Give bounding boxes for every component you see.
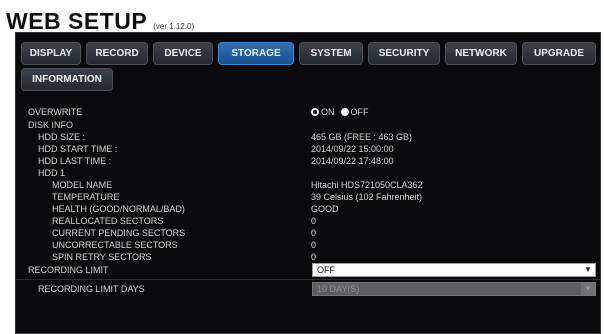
- page-title: WEB SETUP: [6, 8, 148, 34]
- recording-limit-days-select: 10 DAY(S) ▼: [312, 282, 596, 296]
- tab-bar: DISPLAY RECORD DEVICE STORAGE SYSTEM SEC…: [16, 33, 600, 97]
- tab-information[interactable]: INFORMATION: [21, 68, 113, 91]
- tab-display[interactable]: DISPLAY: [21, 42, 81, 65]
- recording-limit-value: OFF: [317, 265, 335, 275]
- temperature-row: TEMPERATURE 39 Celsius (102 Fahrenheit): [16, 191, 600, 203]
- overwrite-row: OVERWRITE ON OFF: [16, 106, 600, 118]
- setup-panel: DISPLAY RECORD DEVICE STORAGE SYSTEM SEC…: [15, 32, 601, 334]
- hdd-start-time-row: HDD START TIME : 2014/09/22 15:00:00: [16, 143, 600, 155]
- current-pending-sectors-value: 0: [311, 228, 317, 238]
- temperature-value: 39 Celsius (102 Fahrenheit): [311, 192, 423, 202]
- hdd-start-time-value: 2014/09/22 15:00:00: [311, 144, 394, 154]
- current-pending-sectors-row: CURRENT PENDING SECTORS 0: [16, 227, 600, 239]
- model-name-label: MODEL NAME: [52, 180, 113, 190]
- tab-upgrade[interactable]: UPGRADE: [522, 42, 596, 65]
- recording-limit-days-value: 10 DAY(S): [317, 284, 360, 294]
- tab-system[interactable]: SYSTEM: [299, 42, 363, 65]
- overwrite-off-option[interactable]: OFF: [340, 106, 369, 118]
- page-header: WEB SETUP (ver 1.12.0): [6, 4, 194, 34]
- recording-limit-days-label: RECORDING LIMIT DAYS: [38, 284, 145, 294]
- radio-on-icon[interactable]: [311, 108, 319, 116]
- uncorrectable-sectors-label: UNCORRECTABLE SECTORS: [52, 240, 178, 250]
- tab-network[interactable]: NETWORK: [445, 42, 517, 65]
- overwrite-radio-group: ON OFF: [311, 106, 375, 118]
- model-name-value: Hitachi HDS721050CLA362: [311, 180, 423, 190]
- model-name-row: MODEL NAME Hitachi HDS721050CLA362: [16, 179, 600, 191]
- chevron-down-icon: ▼: [581, 283, 595, 295]
- hdd-start-time-label: HDD START TIME :: [38, 144, 118, 154]
- hdd-size-label: HDD SIZE :: [38, 132, 86, 142]
- temperature-label: TEMPERATURE: [52, 192, 120, 202]
- reallocated-sectors-label: REALLOCATED SECTORS: [52, 216, 164, 226]
- current-pending-sectors-label: CURRENT PENDING SECTORS: [52, 228, 186, 238]
- hdd-last-time-label: HDD LAST TIME :: [38, 156, 112, 166]
- disk-info-label: DISK INFO: [28, 120, 74, 130]
- spin-retry-sectors-value: 0: [311, 252, 317, 262]
- disk-info-row: DISK INFO: [16, 119, 600, 131]
- overwrite-on-option[interactable]: ON: [311, 106, 335, 118]
- hdd1-row: HDD 1: [16, 167, 600, 179]
- recording-limit-select[interactable]: OFF ▼: [312, 263, 596, 277]
- divider: [16, 279, 600, 280]
- health-row: HEALTH (GOOD/NORMAL/BAD) GOOD: [16, 203, 600, 215]
- overwrite-label: OVERWRITE: [28, 107, 83, 117]
- health-value: GOOD: [311, 204, 339, 214]
- spin-retry-sectors-label: SPIN RETRY SECTORS: [52, 252, 152, 262]
- hdd-size-value: 465 GB (FREE : 463 GB): [311, 132, 413, 142]
- spin-retry-sectors-row: SPIN RETRY SECTORS 0: [16, 251, 600, 263]
- radio-off-icon[interactable]: [340, 108, 349, 116]
- reallocated-sectors-value: 0: [311, 216, 317, 226]
- overwrite-off-label: OFF: [350, 107, 369, 117]
- health-label: HEALTH (GOOD/NORMAL/BAD): [52, 204, 185, 214]
- version-label: (ver 1.12.0): [153, 22, 195, 31]
- overwrite-on-label: ON: [321, 107, 335, 117]
- hdd-last-time-value: 2014/09/22 17:48:00: [311, 156, 394, 166]
- uncorrectable-sectors-row: UNCORRECTABLE SECTORS 0: [16, 239, 600, 251]
- tab-device[interactable]: DEVICE: [153, 42, 213, 65]
- hdd-last-time-row: HDD LAST TIME : 2014/09/22 17:48:00: [16, 155, 600, 167]
- chevron-down-icon[interactable]: ▼: [581, 264, 595, 276]
- tab-storage[interactable]: STORAGE: [218, 42, 294, 65]
- hdd1-label: HDD 1: [38, 168, 66, 178]
- tab-record[interactable]: RECORD: [86, 42, 148, 65]
- uncorrectable-sectors-value: 0: [311, 240, 317, 250]
- hdd-size-row: HDD SIZE : 465 GB (FREE : 463 GB): [16, 131, 600, 143]
- tab-security[interactable]: SECURITY: [368, 42, 440, 65]
- recording-limit-label: RECORDING LIMIT: [28, 265, 109, 275]
- reallocated-sectors-row: REALLOCATED SECTORS 0: [16, 215, 600, 227]
